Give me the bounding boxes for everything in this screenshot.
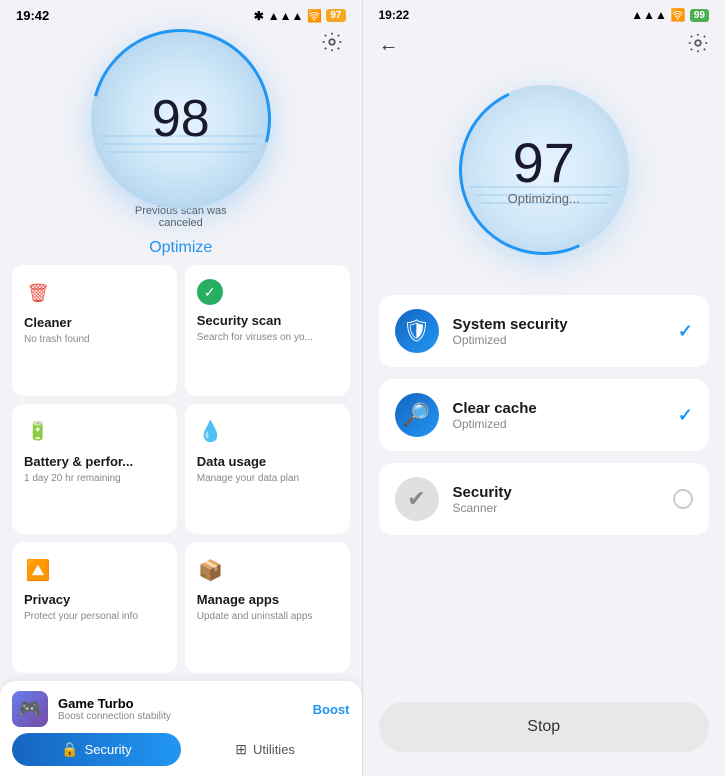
clear-cache-check: ✓ (678, 405, 693, 426)
opt-item-system-security: 🛡 System security Optimized ✓ (379, 295, 710, 367)
right-battery-badge: 99 (690, 9, 709, 22)
right-score-label: Optimizing... (508, 191, 580, 206)
feature-card-battery[interactable]: 🔋 Battery & perfor... 1 day 20 hr remain… (12, 404, 177, 535)
boost-button[interactable]: Boost (313, 702, 350, 717)
clear-cache-icon: 🔎 (395, 393, 439, 437)
battery-desc: 1 day 20 hr remaining (24, 473, 165, 484)
privacy-icon: 🔼 (24, 556, 52, 584)
stop-button-container: Stop (363, 686, 725, 776)
security-scan-desc: Search for viruses on yo... (197, 332, 338, 343)
score-circle: 98 (91, 37, 271, 201)
back-button[interactable]: ← (379, 34, 399, 57)
score-area: 98 Previous scan was canceled Optimize (0, 27, 362, 257)
left-status-icons: ✱ ▲▲▲ 🛜 97 (254, 9, 346, 23)
cleaner-icon: 🗑 (24, 279, 52, 307)
optimization-list: 🛡 System security Optimized ✓ 🔎 Clear ca… (363, 285, 725, 686)
battery-icon: 🔋 (24, 418, 52, 446)
apps-desc: Update and uninstall apps (197, 611, 338, 622)
right-top-bar: ← (363, 26, 725, 65)
security-scan-icon: ✓ (197, 279, 223, 305)
right-wifi-icon: 🛜 (671, 8, 686, 22)
right-settings-icon[interactable] (687, 32, 709, 59)
data-desc: Manage your data plan (197, 473, 338, 484)
stop-button[interactable]: Stop (379, 702, 710, 752)
security-scanner-text: Security Scanner (453, 484, 660, 515)
feature-card-security[interactable]: ✓ Security scan Search for viruses on yo… (185, 265, 350, 396)
battery-title: Battery & perfor... (24, 454, 165, 469)
opt-item-clear-cache: 🔎 Clear cache Optimized ✓ (379, 379, 710, 451)
security-scanner-icon: ✔ (395, 477, 439, 521)
left-time: 19:42 (16, 8, 49, 23)
system-security-text: System security Optimized (453, 316, 664, 347)
tab-utilities[interactable]: ⊞ Utilities (181, 733, 350, 766)
security-scanner-subtitle: Scanner (453, 501, 660, 515)
right-score-circle: 97 Optimizing... (459, 85, 629, 255)
game-turbo-title: Game Turbo (58, 696, 303, 711)
bottom-bar: 🎮 Game Turbo Boost connection stability … (0, 681, 362, 776)
security-tab-icon: 🔒 (61, 741, 78, 758)
score-number: 98 (152, 93, 210, 145)
game-turbo-icon: 🎮 (12, 691, 48, 727)
system-security-check: ✓ (678, 321, 693, 342)
system-security-title: System security (453, 316, 664, 333)
privacy-desc: Protect your personal info (24, 611, 165, 622)
right-score-content: 97 Optimizing... (508, 135, 580, 206)
feature-card-apps[interactable]: 📦 Manage apps Update and uninstall apps (185, 542, 350, 673)
feature-card-data[interactable]: 💧 Data usage Manage your data plan (185, 404, 350, 535)
game-turbo-text: Game Turbo Boost connection stability (58, 696, 303, 722)
utilities-tab-label: Utilities (253, 742, 295, 757)
feature-grid: 🗑 Cleaner No trash found ✓ Security scan… (0, 257, 362, 681)
security-scan-title: Security scan (197, 313, 338, 328)
right-time: 19:22 (379, 8, 410, 22)
security-scanner-title: Security (453, 484, 660, 501)
right-score-number: 97 (508, 135, 580, 191)
left-status-bar: 19:42 ✱ ▲▲▲ 🛜 97 (0, 0, 362, 27)
apps-icon: 📦 (197, 556, 225, 584)
privacy-title: Privacy (24, 592, 165, 607)
utilities-tab-icon: ⊞ (235, 741, 247, 758)
clear-cache-subtitle: Optimized (453, 417, 664, 431)
right-score-area: 97 Optimizing... (363, 65, 725, 285)
optimize-button[interactable]: Optimize (149, 239, 212, 257)
data-title: Data usage (197, 454, 338, 469)
game-turbo-row: 🎮 Game Turbo Boost connection stability … (12, 691, 350, 727)
apps-title: Manage apps (197, 592, 338, 607)
opt-item-security: ✔ Security Scanner (379, 463, 710, 535)
wifi-icon: 🛜 (307, 9, 322, 23)
score-content: 98 (152, 93, 210, 145)
bluetooth-icon: ✱ (254, 9, 264, 23)
game-turbo-desc: Boost connection stability (58, 711, 303, 722)
security-spinner (673, 489, 693, 509)
system-security-icon: 🛡 (395, 309, 439, 353)
right-status-bar: 19:22 ▲▲▲ 🛜 99 (363, 0, 725, 26)
right-signal-icon: ▲▲▲ (631, 8, 667, 22)
feature-card-cleaner[interactable]: 🗑 Cleaner No trash found (12, 265, 177, 396)
nav-tabs: 🔒 Security ⊞ Utilities (12, 733, 350, 766)
clear-cache-text: Clear cache Optimized (453, 400, 664, 431)
cleaner-title: Cleaner (24, 315, 165, 330)
right-panel: 19:22 ▲▲▲ 🛜 99 ← (363, 0, 725, 776)
signal-icon: ▲▲▲ (268, 9, 304, 23)
data-icon: 💧 (197, 418, 225, 446)
battery-badge: 97 (326, 9, 345, 22)
tab-security[interactable]: 🔒 Security (12, 733, 181, 766)
clear-cache-title: Clear cache (453, 400, 664, 417)
feature-card-privacy[interactable]: 🔼 Privacy Protect your personal info (12, 542, 177, 673)
system-security-subtitle: Optimized (453, 333, 664, 347)
right-status-icons: ▲▲▲ 🛜 99 (631, 8, 709, 22)
security-tab-label: Security (85, 742, 132, 757)
cleaner-desc: No trash found (24, 334, 165, 345)
left-panel: 19:42 ✱ ▲▲▲ 🛜 97 98 (0, 0, 362, 776)
